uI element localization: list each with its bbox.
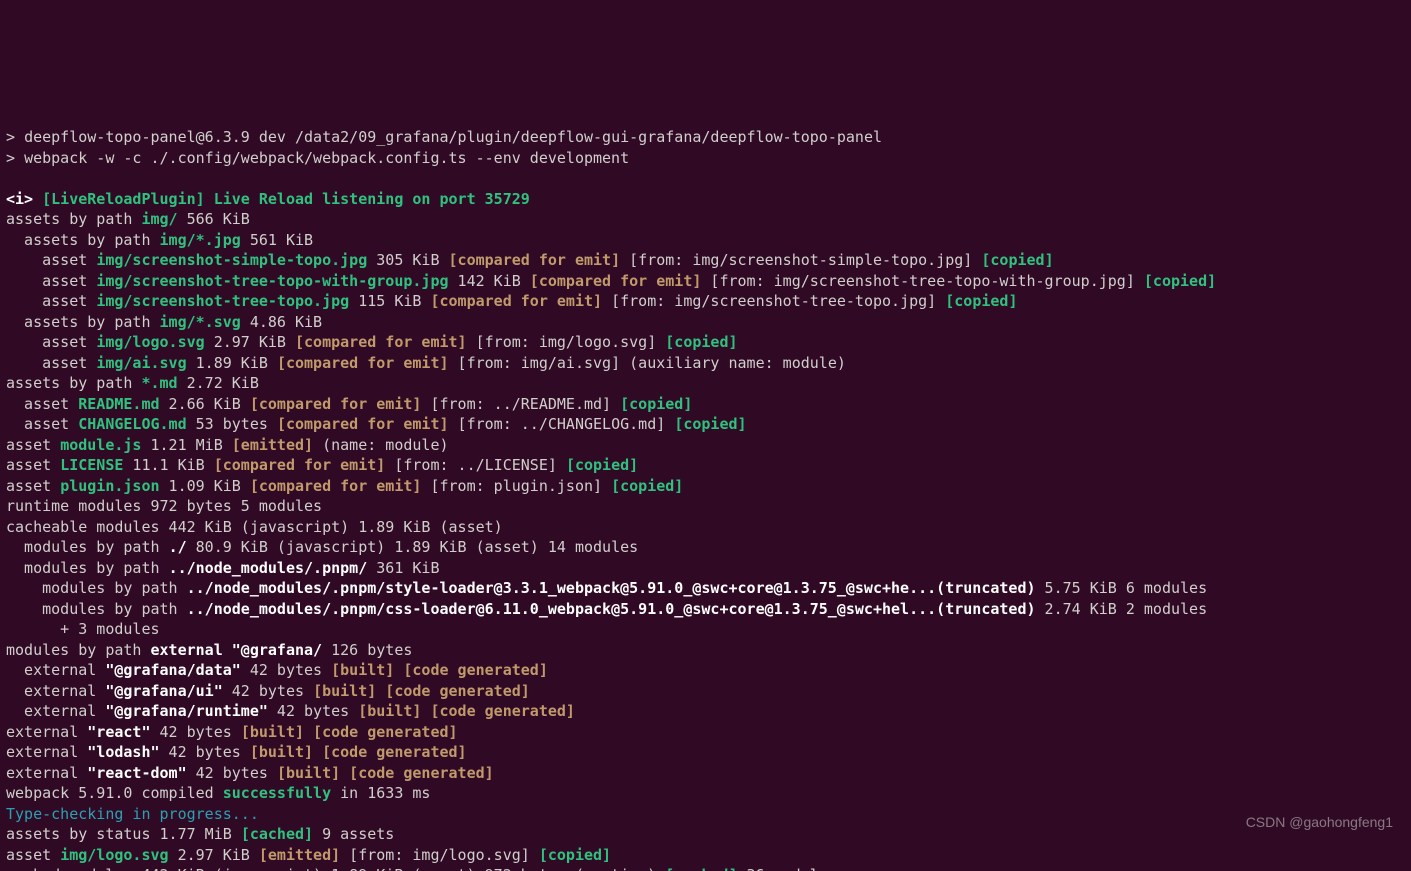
prompt-line-1: > deepflow-topo-panel@6.3.9 dev /data2/0… xyxy=(6,128,882,146)
module-line: cached modules 442 KiB (javascript) 1.89… xyxy=(6,866,837,871)
asset-line: asset README.md 2.66 KiB [compared for e… xyxy=(6,395,692,413)
asset-line: asset img/screenshot-simple-topo.jpg 305… xyxy=(6,251,1054,269)
asset-line: asset img/screenshot-tree-topo-with-grou… xyxy=(6,272,1216,290)
external-line: external "@grafana/data" 42 bytes [built… xyxy=(6,661,548,679)
module-line: modules by path ../node_modules/.pnpm/ 3… xyxy=(6,559,440,577)
module-line: runtime modules 972 bytes 5 modules xyxy=(6,497,322,515)
module-line: modules by path ./ 80.9 KiB (javascript)… xyxy=(6,538,638,556)
typecheck-progress: Type-checking in progress... xyxy=(6,805,259,823)
external-line: external "react-dom" 42 bytes [built] [c… xyxy=(6,764,494,782)
livereload-line: <i> [LiveReloadPlugin] Live Reload liste… xyxy=(6,190,530,208)
module-line: modules by path ../node_modules/.pnpm/cs… xyxy=(6,600,1207,618)
asset-line: assets by path img/*.jpg 561 KiB xyxy=(6,231,313,249)
asset-line: asset img/logo.svg 2.97 KiB [emitted] [f… xyxy=(6,846,611,864)
external-line: external "lodash" 42 bytes [built] [code… xyxy=(6,743,467,761)
external-line: external "@grafana/ui" 42 bytes [built] … xyxy=(6,682,530,700)
asset-line: asset CHANGELOG.md 53 bytes [compared fo… xyxy=(6,415,747,433)
module-line: modules by path external "@grafana/ 126 … xyxy=(6,641,412,659)
asset-line: assets by path img/ 566 KiB xyxy=(6,210,250,228)
asset-line: asset img/ai.svg 1.89 KiB [compared for … xyxy=(6,354,846,372)
compile-status: webpack 5.91.0 compiled successfully in … xyxy=(6,784,430,802)
external-line: external "react" 42 bytes [built] [code … xyxy=(6,723,458,741)
module-line: modules by path ../node_modules/.pnpm/st… xyxy=(6,579,1207,597)
asset-line: asset LICENSE 11.1 KiB [compared for emi… xyxy=(6,456,638,474)
asset-line: assets by path img/*.svg 4.86 KiB xyxy=(6,313,322,331)
asset-line: asset module.js 1.21 MiB [emitted] (name… xyxy=(6,436,449,454)
asset-line: assets by path *.md 2.72 KiB xyxy=(6,374,259,392)
external-line: external "@grafana/runtime" 42 bytes [bu… xyxy=(6,702,575,720)
asset-line: asset plugin.json 1.09 KiB [compared for… xyxy=(6,477,683,495)
prompt-line-2: > webpack -w -c ./.config/webpack/webpac… xyxy=(6,149,629,167)
asset-line: asset img/logo.svg 2.97 KiB [compared fo… xyxy=(6,333,738,351)
asset-line: assets by status 1.77 MiB [cached] 9 ass… xyxy=(6,825,394,843)
watermark: CSDN @gaohongfeng1 xyxy=(1246,812,1393,833)
asset-line: asset img/screenshot-tree-topo.jpg 115 K… xyxy=(6,292,1017,310)
module-line: cacheable modules 442 KiB (javascript) 1… xyxy=(6,518,503,536)
module-line: + 3 modules xyxy=(6,620,160,638)
terminal-output[interactable]: > deepflow-topo-panel@6.3.9 dev /data2/0… xyxy=(0,103,1411,871)
